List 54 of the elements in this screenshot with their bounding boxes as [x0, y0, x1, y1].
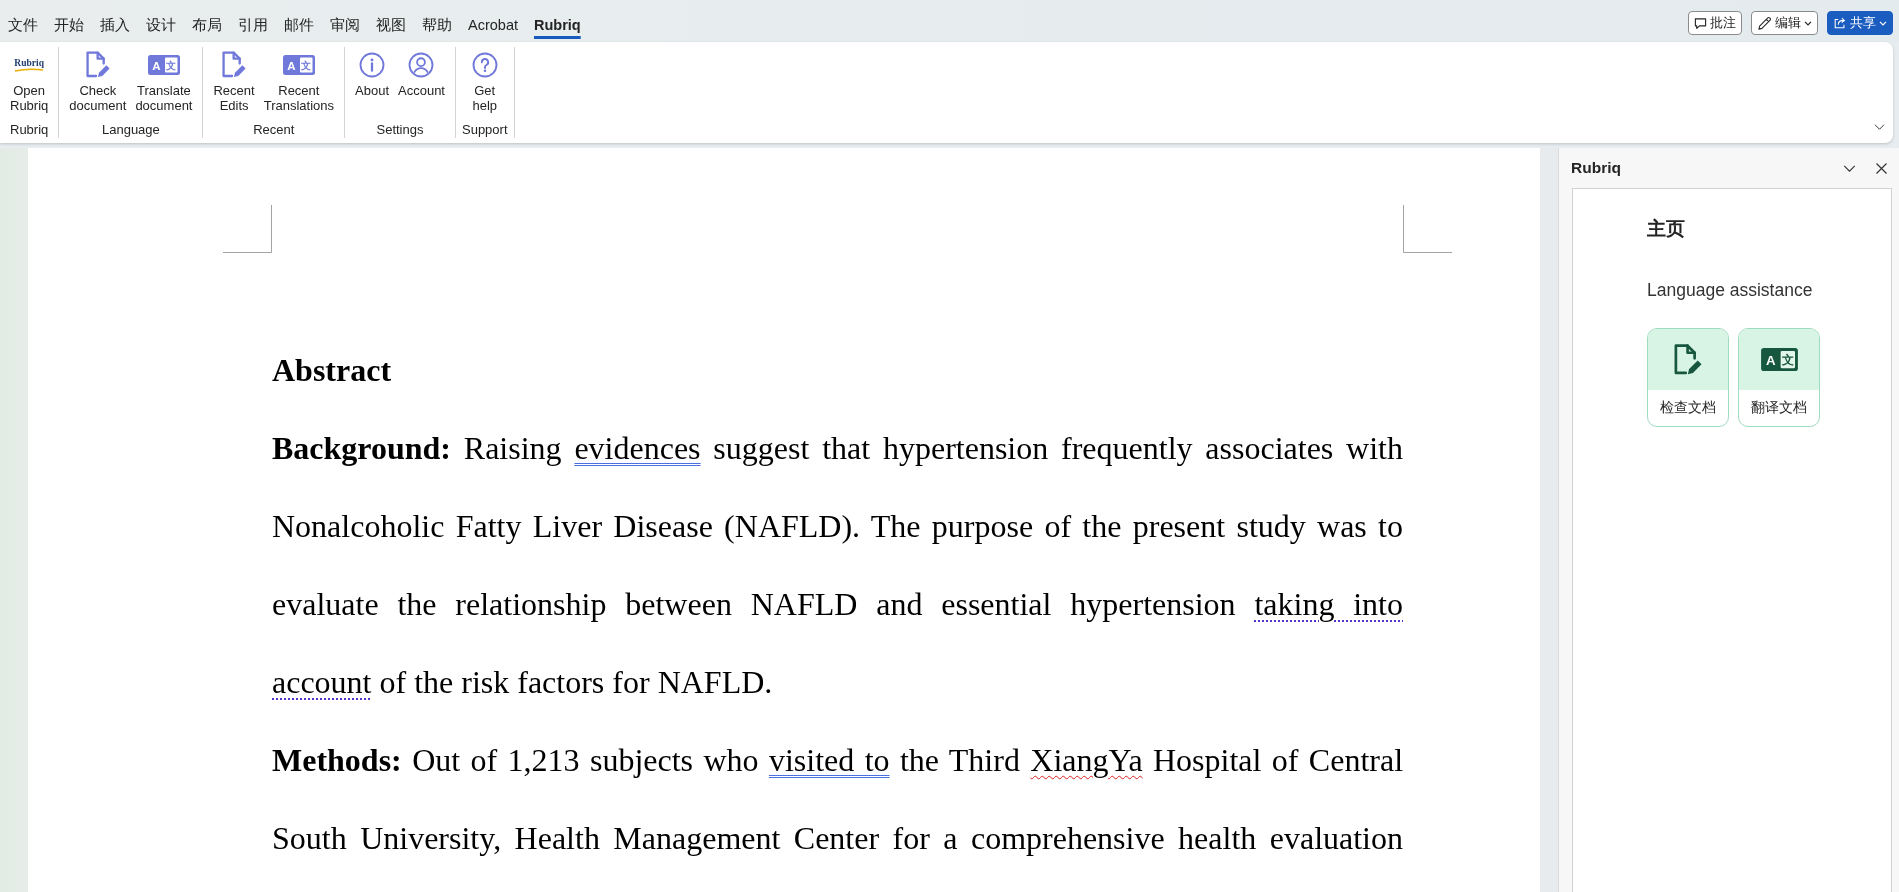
feature-card[interactable]: 检查文档: [1647, 328, 1729, 427]
menu-tab[interactable]: 审阅: [322, 0, 368, 42]
ribbon-button[interactable]: Rubriq Open Rubriq: [6, 47, 53, 113]
menu-tab[interactable]: 布局: [184, 0, 230, 42]
feature-card[interactable]: A 文 翻译文档: [1738, 328, 1820, 427]
menu-tab[interactable]: 文件: [0, 0, 46, 42]
menu-tab[interactable]: 邮件: [276, 0, 322, 42]
margin-mark-icon: [223, 205, 272, 253]
body-paragraph: Background: Raising evidences suggest that hypertension frequently associates with Nonalcoholic Fatty Liver Disease (NAFLD). The purpose of the present study was to evaluate the relationship between NAFLD and essential hypertension taking into account of the risk factors for NAFLD.: [272, 429, 1403, 702]
menu-tab[interactable]: 开始: [46, 0, 92, 42]
document-pen-icon: [85, 51, 110, 78]
share-icon: [1833, 16, 1847, 30]
group-label: Settings: [376, 122, 424, 138]
help-icon: [471, 51, 498, 78]
group-label: Support: [462, 122, 508, 138]
menu-tab[interactable]: 帮助: [414, 0, 460, 42]
document-pen-icon: [222, 51, 247, 78]
info-icon: [359, 51, 385, 78]
group-label: Rubriq: [10, 122, 49, 138]
chevron-down-icon: [1843, 164, 1856, 172]
toolbar-button[interactable]: 共享: [1827, 11, 1893, 35]
body-paragraph: Methods: Out of 1,213 subjects who visited to the Third XiangYa Hospital of Central South University, Health Management Center for a comprehensive health evaluation: [272, 741, 1403, 858]
pane-title: Rubriq: [1571, 159, 1621, 177]
toolbar-button[interactable]: 编辑: [1751, 11, 1818, 35]
page-heading: 主页: [1647, 217, 1685, 241]
ribbon-button[interactable]: Get help: [467, 47, 502, 113]
menu-tab[interactable]: Acrobat: [460, 0, 526, 42]
margin-mark-icon: [1403, 205, 1452, 253]
document-pen-icon: [1674, 344, 1702, 375]
ribbon-button[interactable]: About: [351, 47, 393, 99]
menu-tab[interactable]: 视图: [368, 0, 414, 42]
menu-tab[interactable]: 引用: [230, 0, 276, 42]
translate-icon: A 文: [147, 54, 180, 75]
translate-icon: A 文: [1760, 348, 1798, 371]
menu-tab[interactable]: Rubriq: [526, 0, 589, 42]
pencil-icon: [1757, 15, 1772, 31]
comment-icon: [1694, 16, 1707, 30]
translate-icon: A 文: [282, 54, 315, 75]
logo: Rubriq: [14, 57, 45, 72]
ribbon-button[interactable]: Account: [394, 47, 449, 99]
section-heading: Abstract: [272, 351, 393, 390]
person-icon: [408, 51, 435, 78]
menu-tab[interactable]: 插入: [92, 0, 138, 42]
ribbon-button[interactable]: Recent Edits: [209, 47, 259, 113]
ribbon-button[interactable]: A 文 Recent Translations: [259, 47, 338, 113]
chevron-down-icon: [1874, 124, 1885, 130]
toolbar-button[interactable]: 批注: [1688, 11, 1742, 35]
section-label: Language assistance: [1647, 280, 1813, 300]
group-label: Recent: [253, 122, 295, 138]
close-icon: [1876, 162, 1887, 174]
ribbon-button[interactable]: A 文 Translate document: [131, 47, 197, 113]
group-label: Language: [101, 122, 160, 138]
menu-tab[interactable]: 设计: [138, 0, 184, 42]
ribbon-button[interactable]: Check document: [65, 47, 131, 113]
